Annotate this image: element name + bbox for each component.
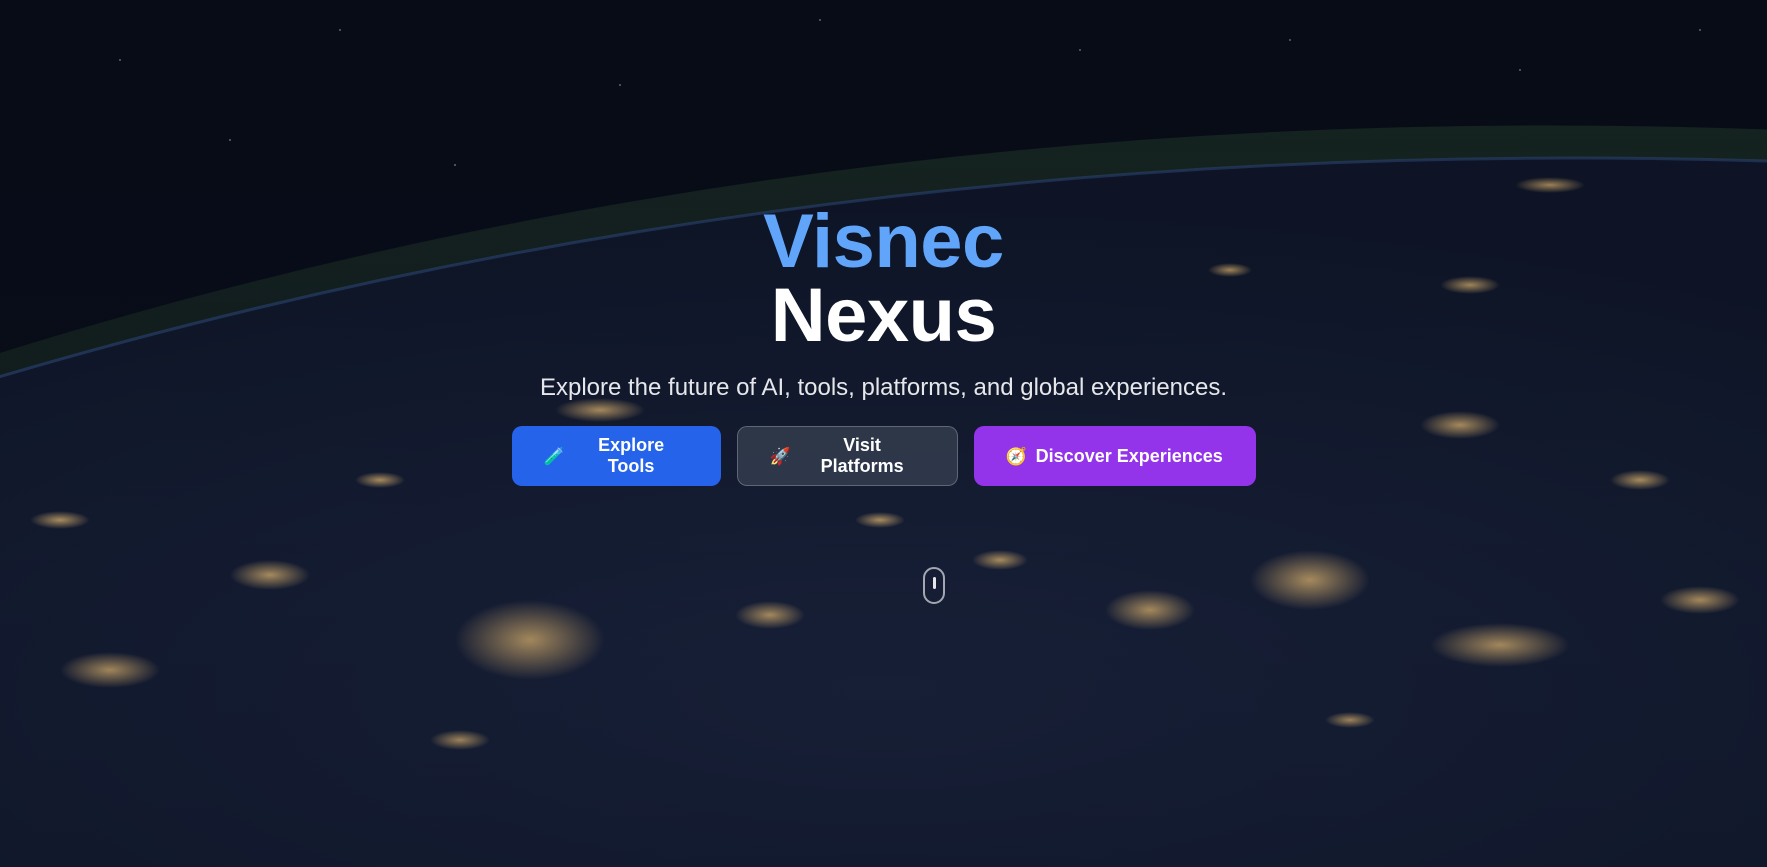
discover-experiences-button[interactable]: 🧭 Discover Experiences — [973, 426, 1256, 486]
page-title: Visnec Nexus — [0, 199, 1767, 358]
explore-tools-label: Explore Tools — [598, 435, 665, 476]
scroll-down-indicator[interactable] — [923, 567, 945, 604]
hero-content: Visnec Nexus Explore the future of AI, t… — [0, 199, 1767, 486]
rocket-icon: 🚀 — [769, 446, 791, 466]
explore-tools-button[interactable]: 🧪 Explore Tools — [511, 426, 721, 486]
hero-tagline: Explore the future of AI, tools, platfor… — [539, 374, 1228, 401]
cta-buttons: 🧪 Explore Tools 🚀 Visit Platforms 🧭 Disc… — [0, 426, 1767, 486]
visit-platforms-button[interactable]: 🚀 Visit Platforms — [736, 426, 958, 486]
compass-icon: 🧭 — [1005, 446, 1027, 466]
discover-experiences-label: Discover Experiences — [1035, 445, 1223, 466]
hero-section: Visnec Nexus Explore the future of AI, t… — [0, 0, 1767, 867]
visit-platforms-label: Visit Platforms — [820, 435, 904, 476]
scroll-wheel-dot — [933, 577, 936, 589]
test-tube-icon: 🧪 — [543, 446, 565, 466]
title-visnec: Visnec — [763, 199, 1004, 284]
title-nexus: Nexus — [770, 273, 997, 358]
